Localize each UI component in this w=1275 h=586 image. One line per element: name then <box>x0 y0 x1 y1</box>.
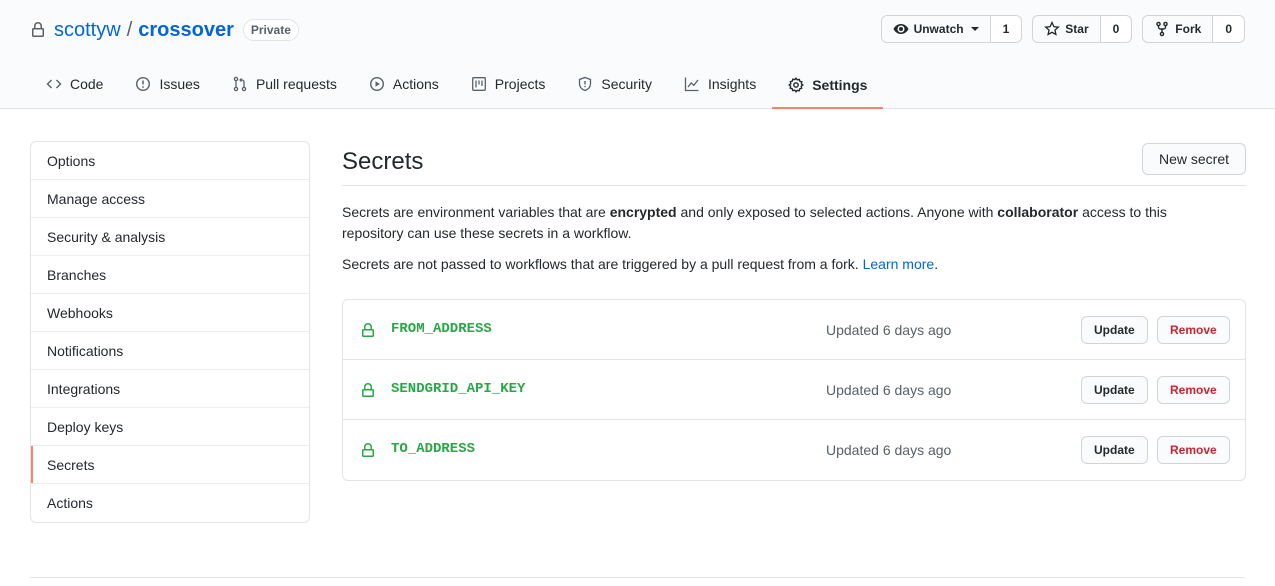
fork-button[interactable]: Fork <box>1142 15 1214 43</box>
secret-row: FROM_ADDRESS Updated 6 days ago Update R… <box>343 300 1245 360</box>
fork-count[interactable]: 0 <box>1213 15 1245 43</box>
tab-label: Pull requests <box>255 76 337 92</box>
repo-nav: Code Issues Pull requests Actions Projec… <box>30 62 884 109</box>
update-button[interactable]: Update <box>1081 316 1148 344</box>
learn-more-link[interactable]: Learn more <box>863 256 935 272</box>
secrets-description: Secrets are environment variables that a… <box>342 202 1222 244</box>
fork-icon <box>1156 21 1169 37</box>
gear-icon <box>788 76 805 93</box>
secret-name: TO_ADDRESS <box>391 441 476 457</box>
repo-title: scottyw / crossover Private <box>30 16 299 44</box>
tab-insights[interactable]: Insights <box>668 62 772 108</box>
fork-note-end: . <box>934 256 939 272</box>
star-label: Star <box>1065 22 1089 36</box>
eye-icon <box>893 24 909 34</box>
watch-count[interactable]: 1 <box>990 15 1023 43</box>
secret-row: SENDGRID_API_KEY Updated 6 days ago Upda… <box>343 360 1245 420</box>
fork-label: Fork <box>1175 22 1202 36</box>
lock-icon <box>362 323 374 337</box>
star-group: Star 0 <box>1032 15 1133 43</box>
star-button[interactable]: Star <box>1032 15 1101 43</box>
desc-text: and only exposed to selected actions. An… <box>676 204 998 220</box>
sidebar-item-security-analysis[interactable]: Security & analysis <box>31 218 309 256</box>
update-button[interactable]: Update <box>1081 376 1148 404</box>
secret-updated: Updated 6 days ago <box>826 322 952 338</box>
remove-button[interactable]: Remove <box>1157 316 1230 344</box>
desc-bold: encrypted <box>609 204 677 220</box>
secret-name: SENDGRID_API_KEY <box>391 381 526 397</box>
visibility-badge: Private <box>242 19 299 41</box>
project-icon <box>471 77 486 91</box>
secret-row: TO_ADDRESS Updated 6 days ago Update Rem… <box>343 420 1245 480</box>
sidebar-item-options[interactable]: Options <box>31 142 309 180</box>
sidebar-item-branches[interactable]: Branches <box>31 256 309 294</box>
unwatch-label: Unwatch <box>913 22 964 36</box>
tab-issues[interactable]: Issues <box>119 62 215 108</box>
secrets-list: FROM_ADDRESS Updated 6 days ago Update R… <box>342 299 1246 481</box>
lock-icon <box>32 22 44 37</box>
tab-label: Code <box>70 76 104 92</box>
shield-icon <box>579 76 592 92</box>
issue-icon <box>136 76 151 92</box>
sidebar-item-integrations[interactable]: Integrations <box>31 370 309 408</box>
desc-bold: collaborator <box>997 204 1079 220</box>
tab-actions[interactable]: Actions <box>353 62 455 108</box>
play-icon <box>369 76 384 92</box>
caret-down-icon <box>970 27 979 31</box>
tab-code[interactable]: Code <box>30 62 119 108</box>
tab-label: Projects <box>494 76 546 92</box>
settings-sidebar: Options Manage access Security & analysi… <box>30 141 310 523</box>
tab-security[interactable]: Security <box>561 62 668 108</box>
graph-icon <box>684 77 699 92</box>
sidebar-item-notifications[interactable]: Notifications <box>31 332 309 370</box>
fork-note: Secrets are not passed to workflows that… <box>342 254 1246 275</box>
pull-request-icon <box>233 76 247 92</box>
tab-label: Insights <box>707 76 757 92</box>
sidebar-item-actions[interactable]: Actions <box>31 484 309 522</box>
tab-label: Issues <box>159 76 200 92</box>
tab-pull-requests[interactable]: Pull requests <box>216 62 353 108</box>
secret-updated: Updated 6 days ago <box>826 382 952 398</box>
subhead: Secrets New secret <box>342 141 1246 186</box>
tab-settings[interactable]: Settings <box>772 62 884 109</box>
secret-updated: Updated 6 days ago <box>826 442 952 458</box>
tab-label: Security <box>601 76 652 92</box>
fork-group: Fork 0 <box>1142 15 1245 43</box>
repo-name-link[interactable]: crossover <box>138 19 234 42</box>
tab-projects[interactable]: Projects <box>455 62 562 108</box>
repo-separator: / <box>126 18 133 41</box>
repo-actions: Unwatch 1 Star 0 Fork 0 <box>880 15 1245 43</box>
desc-text: Secrets are environment variables that a… <box>342 204 610 220</box>
sidebar-item-deploy-keys[interactable]: Deploy keys <box>31 408 309 446</box>
repo-header: scottyw / crossover Private Unwatch 1 St… <box>0 0 1275 109</box>
sidebar-item-secrets[interactable]: Secrets <box>31 446 309 484</box>
fork-note-text: Secrets are not passed to workflows that… <box>342 256 863 272</box>
secrets-main: Secrets New secret Secrets are environme… <box>342 141 1246 481</box>
sidebar-item-webhooks[interactable]: Webhooks <box>31 294 309 332</box>
repo-owner-link[interactable]: scottyw <box>54 19 121 42</box>
new-secret-button[interactable]: New secret <box>1141 143 1246 175</box>
remove-button[interactable]: Remove <box>1157 376 1230 404</box>
tab-label: Actions <box>392 76 439 92</box>
star-count[interactable]: 0 <box>1100 15 1133 43</box>
lock-icon <box>362 383 374 397</box>
footer-divider <box>30 577 1245 578</box>
watch-group: Unwatch 1 <box>880 15 1023 43</box>
sidebar-item-manage-access[interactable]: Manage access <box>31 180 309 218</box>
remove-button[interactable]: Remove <box>1157 436 1230 464</box>
unwatch-button[interactable]: Unwatch <box>880 15 991 43</box>
code-icon <box>46 79 62 89</box>
lock-icon <box>362 443 374 457</box>
update-button[interactable]: Update <box>1081 436 1148 464</box>
secret-name: FROM_ADDRESS <box>391 321 492 337</box>
star-icon <box>1044 21 1061 36</box>
tab-label: Settings <box>812 76 868 93</box>
page-title: Secrets <box>342 148 424 175</box>
